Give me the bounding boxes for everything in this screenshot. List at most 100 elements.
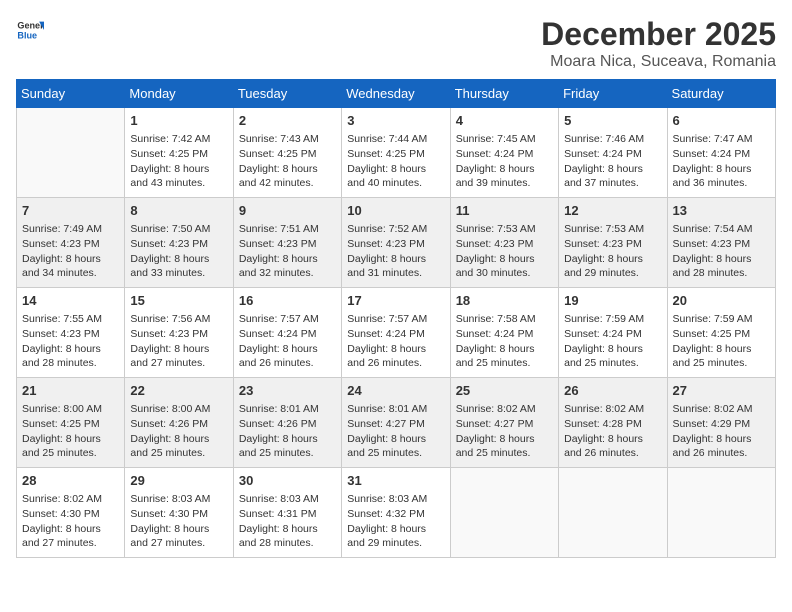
calendar-day-cell: 28Sunrise: 8:02 AM Sunset: 4:30 PM Dayli… bbox=[17, 468, 125, 558]
day-info: Sunrise: 7:57 AM Sunset: 4:24 PM Dayligh… bbox=[239, 312, 336, 371]
calendar-day-cell: 6 Sunrise: 7:47 AM Sunset: 4:24 PM Daylig… bbox=[667, 108, 775, 198]
day-number: 23 bbox=[239, 382, 336, 400]
calendar-day-cell: 21 Sunrise: 8:00 AM Sunset: 4:25 PM Dayli… bbox=[17, 378, 125, 468]
day-info: Sunrise: 7:47 AM Sunset: 4:24 PM Dayligh… bbox=[673, 132, 770, 191]
calendar-day-header: Saturday bbox=[667, 80, 775, 108]
day-number: 7 bbox=[22, 202, 119, 220]
day-info: Sunrise: 8:00 AM Sunset: 4:25 PM Dayligh… bbox=[22, 402, 119, 461]
calendar-week-row: 7 Sunrise: 7:49 AM Sunset: 4:23 PM Daylig… bbox=[17, 198, 776, 288]
page-header: General Blue December 2025 Moara Nica, S… bbox=[16, 16, 776, 71]
day-number: 15 bbox=[130, 292, 227, 310]
day-info: Sunrise: 8:01 AM Sunset: 4:26 PM Dayligh… bbox=[239, 402, 336, 461]
calendar-day-cell: 9 Sunrise: 7:51 AM Sunset: 4:23 PM Daylig… bbox=[233, 198, 341, 288]
calendar-day-cell: 24 Sunrise: 8:01 AM Sunset: 4:27 PM Dayli… bbox=[342, 378, 450, 468]
day-number: 27 bbox=[673, 382, 770, 400]
day-number: 11 bbox=[456, 202, 553, 220]
calendar-header-row: SundayMondayTuesdayWednesdayThursdayFrid… bbox=[17, 80, 776, 108]
calendar-day-cell bbox=[667, 468, 775, 558]
day-number: 28 bbox=[22, 472, 119, 490]
day-info: Sunrise: 7:58 AM Sunset: 4:24 PM Dayligh… bbox=[456, 312, 553, 371]
logo-icon: General Blue bbox=[16, 16, 44, 44]
day-info: Sunrise: 8:02 AM Sunset: 4:29 PM Dayligh… bbox=[673, 402, 770, 461]
calendar-day-cell: 12 Sunrise: 7:53 AM Sunset: 4:23 PM Dayli… bbox=[559, 198, 667, 288]
calendar-day-cell: 17 Sunrise: 7:57 AM Sunset: 4:24 PM Dayli… bbox=[342, 288, 450, 378]
calendar-week-row: 14 Sunrise: 7:55 AM Sunset: 4:23 PM Dayli… bbox=[17, 288, 776, 378]
calendar-day-cell: 13 Sunrise: 7:54 AM Sunset: 4:23 PM Dayli… bbox=[667, 198, 775, 288]
day-number: 5 bbox=[564, 112, 661, 130]
day-number: 3 bbox=[347, 112, 444, 130]
calendar-day-cell: 31Sunrise: 8:03 AM Sunset: 4:32 PM Dayli… bbox=[342, 468, 450, 558]
calendar-week-row: 1 Sunrise: 7:42 AM Sunset: 4:25 PM Daylig… bbox=[17, 108, 776, 198]
calendar-week-row: 21 Sunrise: 8:00 AM Sunset: 4:25 PM Dayli… bbox=[17, 378, 776, 468]
calendar-day-header: Monday bbox=[125, 80, 233, 108]
day-info: Sunrise: 7:42 AM Sunset: 4:25 PM Dayligh… bbox=[130, 132, 227, 191]
calendar-day-cell: 23 Sunrise: 8:01 AM Sunset: 4:26 PM Dayli… bbox=[233, 378, 341, 468]
calendar-day-cell: 1 Sunrise: 7:42 AM Sunset: 4:25 PM Daylig… bbox=[125, 108, 233, 198]
day-info: Sunrise: 7:59 AM Sunset: 4:25 PM Dayligh… bbox=[673, 312, 770, 371]
day-info: Sunrise: 7:53 AM Sunset: 4:23 PM Dayligh… bbox=[456, 222, 553, 281]
day-number: 30 bbox=[239, 472, 336, 490]
day-number: 9 bbox=[239, 202, 336, 220]
day-info: Sunrise: 7:53 AM Sunset: 4:23 PM Dayligh… bbox=[564, 222, 661, 281]
calendar-day-cell: 14 Sunrise: 7:55 AM Sunset: 4:23 PM Dayli… bbox=[17, 288, 125, 378]
day-number: 26 bbox=[564, 382, 661, 400]
day-number: 22 bbox=[130, 382, 227, 400]
day-number: 18 bbox=[456, 292, 553, 310]
calendar-day-cell: 25Sunrise: 8:02 AM Sunset: 4:27 PM Dayli… bbox=[450, 378, 558, 468]
day-number: 29 bbox=[130, 472, 227, 490]
calendar-table: SundayMondayTuesdayWednesdayThursdayFrid… bbox=[16, 79, 776, 558]
day-info: Sunrise: 8:00 AM Sunset: 4:26 PM Dayligh… bbox=[130, 402, 227, 461]
calendar-day-cell: 22 Sunrise: 8:00 AM Sunset: 4:26 PM Dayli… bbox=[125, 378, 233, 468]
day-info: Sunrise: 7:55 AM Sunset: 4:23 PM Dayligh… bbox=[22, 312, 119, 371]
subtitle: Moara Nica, Suceava, Romania bbox=[541, 53, 776, 71]
day-number: 21 bbox=[22, 382, 119, 400]
day-number: 13 bbox=[673, 202, 770, 220]
calendar-day-cell: 10Sunrise: 7:52 AM Sunset: 4:23 PM Dayli… bbox=[342, 198, 450, 288]
day-info: Sunrise: 7:44 AM Sunset: 4:25 PM Dayligh… bbox=[347, 132, 444, 191]
day-info: Sunrise: 8:03 AM Sunset: 4:31 PM Dayligh… bbox=[239, 492, 336, 551]
day-info: Sunrise: 7:45 AM Sunset: 4:24 PM Dayligh… bbox=[456, 132, 553, 191]
day-number: 17 bbox=[347, 292, 444, 310]
day-info: Sunrise: 8:01 AM Sunset: 4:27 PM Dayligh… bbox=[347, 402, 444, 461]
main-title: December 2025 bbox=[541, 16, 776, 53]
calendar-day-cell: 7 Sunrise: 7:49 AM Sunset: 4:23 PM Daylig… bbox=[17, 198, 125, 288]
calendar-day-cell: 16 Sunrise: 7:57 AM Sunset: 4:24 PM Dayli… bbox=[233, 288, 341, 378]
calendar-day-cell: 2Sunrise: 7:43 AM Sunset: 4:25 PM Daylig… bbox=[233, 108, 341, 198]
day-info: Sunrise: 7:49 AM Sunset: 4:23 PM Dayligh… bbox=[22, 222, 119, 281]
calendar-day-cell: 19Sunrise: 7:59 AM Sunset: 4:24 PM Dayli… bbox=[559, 288, 667, 378]
day-info: Sunrise: 8:03 AM Sunset: 4:32 PM Dayligh… bbox=[347, 492, 444, 551]
day-number: 14 bbox=[22, 292, 119, 310]
calendar-week-row: 28Sunrise: 8:02 AM Sunset: 4:30 PM Dayli… bbox=[17, 468, 776, 558]
day-info: Sunrise: 7:54 AM Sunset: 4:23 PM Dayligh… bbox=[673, 222, 770, 281]
day-info: Sunrise: 8:03 AM Sunset: 4:30 PM Dayligh… bbox=[130, 492, 227, 551]
day-number: 12 bbox=[564, 202, 661, 220]
day-info: Sunrise: 7:51 AM Sunset: 4:23 PM Dayligh… bbox=[239, 222, 336, 281]
calendar-day-cell bbox=[559, 468, 667, 558]
calendar-day-header: Thursday bbox=[450, 80, 558, 108]
calendar-day-header: Friday bbox=[559, 80, 667, 108]
day-number: 10 bbox=[347, 202, 444, 220]
calendar-day-cell: 8Sunrise: 7:50 AM Sunset: 4:23 PM Daylig… bbox=[125, 198, 233, 288]
day-number: 6 bbox=[673, 112, 770, 130]
day-number: 16 bbox=[239, 292, 336, 310]
day-number: 24 bbox=[347, 382, 444, 400]
calendar-day-cell: 26Sunrise: 8:02 AM Sunset: 4:28 PM Dayli… bbox=[559, 378, 667, 468]
calendar-day-cell: 20Sunrise: 7:59 AM Sunset: 4:25 PM Dayli… bbox=[667, 288, 775, 378]
calendar-day-cell: 18 Sunrise: 7:58 AM Sunset: 4:24 PM Dayli… bbox=[450, 288, 558, 378]
day-info: Sunrise: 7:46 AM Sunset: 4:24 PM Dayligh… bbox=[564, 132, 661, 191]
day-number: 25 bbox=[456, 382, 553, 400]
day-info: Sunrise: 7:56 AM Sunset: 4:23 PM Dayligh… bbox=[130, 312, 227, 371]
day-info: Sunrise: 7:57 AM Sunset: 4:24 PM Dayligh… bbox=[347, 312, 444, 371]
svg-text:Blue: Blue bbox=[17, 30, 37, 40]
calendar-day-header: Sunday bbox=[17, 80, 125, 108]
logo: General Blue bbox=[16, 16, 44, 44]
day-number: 1 bbox=[130, 112, 227, 130]
calendar-day-cell: 5 Sunrise: 7:46 AM Sunset: 4:24 PM Daylig… bbox=[559, 108, 667, 198]
calendar-day-header: Wednesday bbox=[342, 80, 450, 108]
calendar-day-cell bbox=[17, 108, 125, 198]
calendar-day-header: Tuesday bbox=[233, 80, 341, 108]
day-number: 2 bbox=[239, 112, 336, 130]
day-info: Sunrise: 7:59 AM Sunset: 4:24 PM Dayligh… bbox=[564, 312, 661, 371]
day-number: 8 bbox=[130, 202, 227, 220]
title-block: December 2025 Moara Nica, Suceava, Roman… bbox=[541, 16, 776, 71]
